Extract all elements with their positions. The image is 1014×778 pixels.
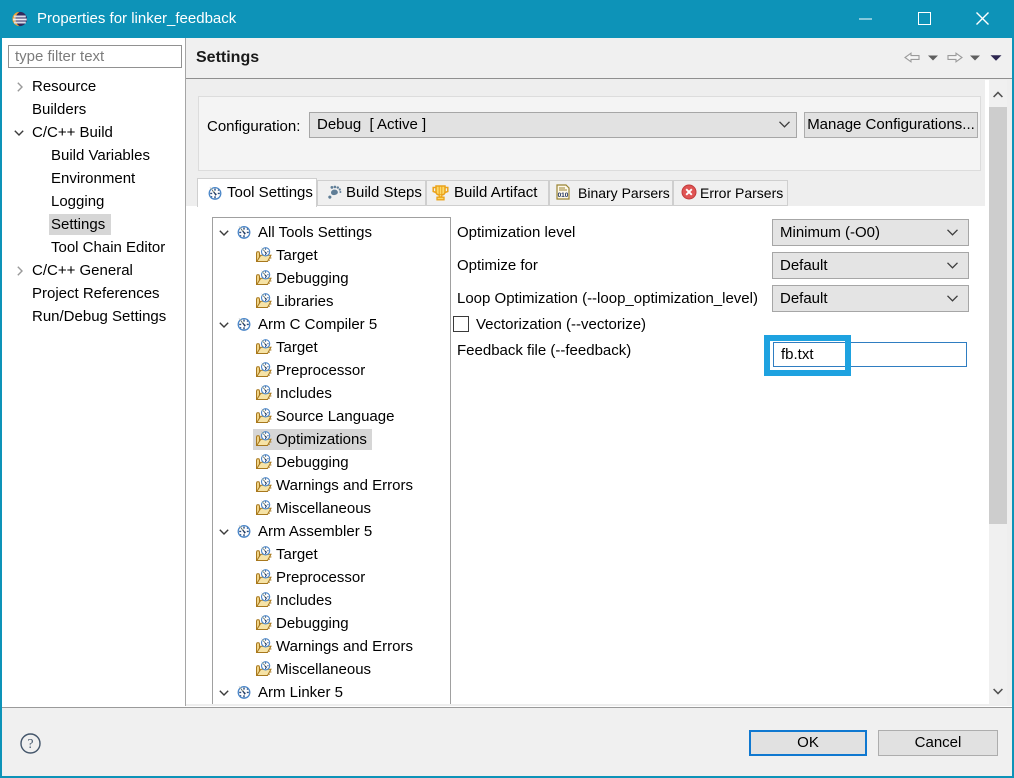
svg-text:010: 010 — [558, 192, 569, 199]
svg-text:?: ? — [28, 736, 34, 751]
